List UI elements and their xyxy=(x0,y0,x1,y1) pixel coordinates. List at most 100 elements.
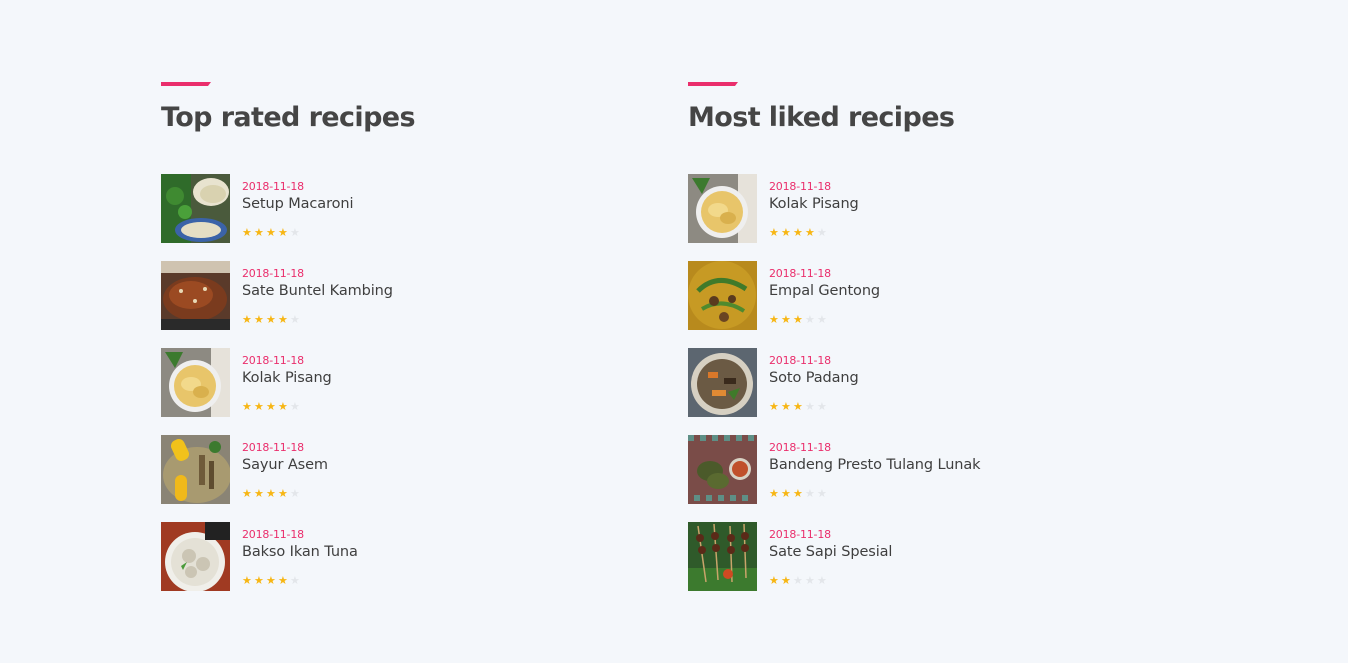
star-filled-icon: ★ xyxy=(781,313,791,326)
star-rating: ★ ★ ★ ★ ★ xyxy=(242,314,301,325)
recipe-date: 2018-11-18 xyxy=(242,528,304,541)
most-liked-section: Most liked recipes 2018-11-18 Kolak Pisan… xyxy=(688,82,1208,591)
star-filled-icon: ★ xyxy=(781,574,791,587)
top-rated-section: Top rated recipes 2018-11-18 Setup Macaro… xyxy=(161,82,681,591)
star-rating: ★ ★ ★ ★ ★ xyxy=(769,401,828,412)
recipe-thumbnail[interactable] xyxy=(161,261,230,330)
star-filled-icon: ★ xyxy=(242,574,252,587)
recipe-list: 2018-11-18 Kolak Pisang ★ ★ ★ ★ ★ 2018-11-18 Emp… xyxy=(688,174,1208,609)
recipe-thumbnail[interactable] xyxy=(161,522,230,591)
star-rating: ★ ★ ★ ★ ★ xyxy=(242,401,301,412)
recipe-item[interactable]: 2018-11-18 Bakso Ikan Tuna ★ ★ ★ ★ ★ xyxy=(161,522,681,591)
recipe-thumbnail[interactable] xyxy=(688,522,757,591)
star-filled-icon: ★ xyxy=(781,487,791,500)
recipe-title-link[interactable]: Setup Macaroni xyxy=(242,196,354,212)
star-filled-icon: ★ xyxy=(266,574,276,587)
star-filled-icon: ★ xyxy=(254,226,264,239)
star-filled-icon: ★ xyxy=(793,313,803,326)
star-rating: ★ ★ ★ ★ ★ xyxy=(242,488,301,499)
star-filled-icon: ★ xyxy=(278,574,288,587)
star-empty-icon: ★ xyxy=(817,313,827,326)
recipe-list: 2018-11-18 Setup Macaroni ★ ★ ★ ★ ★ 2018-11-18 S… xyxy=(161,174,681,609)
star-filled-icon: ★ xyxy=(242,313,252,326)
star-filled-icon: ★ xyxy=(254,487,264,500)
recipe-item[interactable]: 2018-11-18 Kolak Pisang ★ ★ ★ ★ ★ xyxy=(161,348,681,417)
recipe-title-link[interactable]: Sayur Asem xyxy=(242,457,328,473)
star-filled-icon: ★ xyxy=(278,226,288,239)
star-filled-icon: ★ xyxy=(254,574,264,587)
star-empty-icon: ★ xyxy=(817,487,827,500)
recipe-title-link[interactable]: Sate Sapi Spesial xyxy=(769,544,892,560)
star-empty-icon: ★ xyxy=(817,574,827,587)
section-heading: Top rated recipes xyxy=(161,102,416,133)
star-empty-icon: ★ xyxy=(817,226,827,239)
recipe-item[interactable]: 2018-11-18 Kolak Pisang ★ ★ ★ ★ ★ xyxy=(688,174,1208,243)
recipe-thumbnail[interactable] xyxy=(161,174,230,243)
star-filled-icon: ★ xyxy=(793,226,803,239)
recipe-title-link[interactable]: Kolak Pisang xyxy=(242,370,332,386)
star-empty-icon: ★ xyxy=(290,487,300,500)
star-filled-icon: ★ xyxy=(793,487,803,500)
star-empty-icon: ★ xyxy=(290,574,300,587)
star-filled-icon: ★ xyxy=(805,226,815,239)
section-heading: Most liked recipes xyxy=(688,102,955,133)
star-empty-icon: ★ xyxy=(805,400,815,413)
recipe-thumbnail[interactable] xyxy=(688,261,757,330)
star-filled-icon: ★ xyxy=(769,400,779,413)
recipe-title-link[interactable]: Bandeng Presto Tulang Lunak xyxy=(769,457,981,473)
star-filled-icon: ★ xyxy=(242,487,252,500)
star-filled-icon: ★ xyxy=(278,313,288,326)
recipe-thumbnail[interactable] xyxy=(161,435,230,504)
star-empty-icon: ★ xyxy=(290,226,300,239)
recipe-date: 2018-11-18 xyxy=(769,441,831,454)
star-filled-icon: ★ xyxy=(242,400,252,413)
recipe-thumbnail[interactable] xyxy=(688,174,757,243)
recipe-date: 2018-11-18 xyxy=(242,441,304,454)
recipe-thumbnail[interactable] xyxy=(688,435,757,504)
star-filled-icon: ★ xyxy=(254,313,264,326)
star-filled-icon: ★ xyxy=(278,400,288,413)
recipe-date: 2018-11-18 xyxy=(242,180,304,193)
star-filled-icon: ★ xyxy=(793,400,803,413)
recipe-date: 2018-11-18 xyxy=(242,267,304,280)
recipe-title-link[interactable]: Kolak Pisang xyxy=(769,196,859,212)
recipe-thumbnail[interactable] xyxy=(161,348,230,417)
recipe-item[interactable]: 2018-11-18 Sayur Asem ★ ★ ★ ★ ★ xyxy=(161,435,681,504)
recipe-item[interactable]: 2018-11-18 Soto Padang ★ ★ ★ ★ ★ xyxy=(688,348,1208,417)
star-filled-icon: ★ xyxy=(781,400,791,413)
recipe-thumbnail[interactable] xyxy=(688,348,757,417)
recipe-date: 2018-11-18 xyxy=(242,354,304,367)
star-filled-icon: ★ xyxy=(254,400,264,413)
star-rating: ★ ★ ★ ★ ★ xyxy=(242,575,301,586)
recipe-title-link[interactable]: Sate Buntel Kambing xyxy=(242,283,393,299)
star-filled-icon: ★ xyxy=(266,400,276,413)
recipe-item[interactable]: 2018-11-18 Setup Macaroni ★ ★ ★ ★ ★ xyxy=(161,174,681,243)
star-empty-icon: ★ xyxy=(290,400,300,413)
star-filled-icon: ★ xyxy=(769,487,779,500)
star-empty-icon: ★ xyxy=(793,574,803,587)
star-filled-icon: ★ xyxy=(769,226,779,239)
star-filled-icon: ★ xyxy=(278,487,288,500)
star-rating: ★ ★ ★ ★ ★ xyxy=(769,314,828,325)
heading-accent-bar xyxy=(688,82,738,86)
star-rating: ★ ★ ★ ★ ★ xyxy=(769,227,828,238)
star-empty-icon: ★ xyxy=(290,313,300,326)
recipe-date: 2018-11-18 xyxy=(769,354,831,367)
star-empty-icon: ★ xyxy=(805,487,815,500)
star-filled-icon: ★ xyxy=(242,226,252,239)
recipe-date: 2018-11-18 xyxy=(769,528,831,541)
recipe-item[interactable]: 2018-11-18 Sate Buntel Kambing ★ ★ ★ ★ ★ xyxy=(161,261,681,330)
star-filled-icon: ★ xyxy=(266,487,276,500)
recipe-item[interactable]: 2018-11-18 Empal Gentong ★ ★ ★ ★ ★ xyxy=(688,261,1208,330)
recipe-item[interactable]: 2018-11-18 Sate Sapi Spesial ★ ★ ★ ★ ★ xyxy=(688,522,1208,591)
recipe-item[interactable]: 2018-11-18 Bandeng Presto Tulang Lunak ★ ★ ★… xyxy=(688,435,1208,504)
star-rating: ★ ★ ★ ★ ★ xyxy=(769,575,828,586)
star-rating: ★ ★ ★ ★ ★ xyxy=(769,488,828,499)
star-filled-icon: ★ xyxy=(769,313,779,326)
star-filled-icon: ★ xyxy=(266,226,276,239)
recipe-title-link[interactable]: Empal Gentong xyxy=(769,283,880,299)
recipe-title-link[interactable]: Bakso Ikan Tuna xyxy=(242,544,358,560)
star-filled-icon: ★ xyxy=(781,226,791,239)
recipe-title-link[interactable]: Soto Padang xyxy=(769,370,859,386)
star-filled-icon: ★ xyxy=(769,574,779,587)
